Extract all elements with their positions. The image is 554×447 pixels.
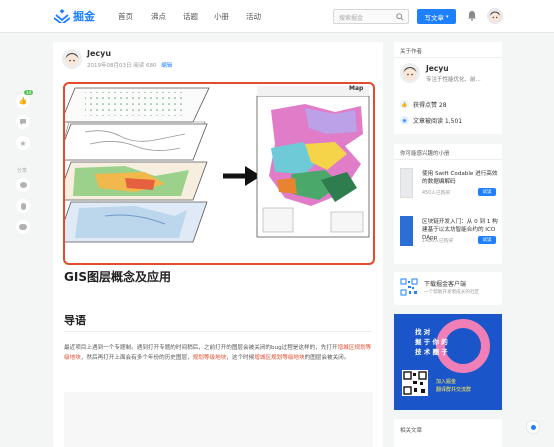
about-author-title: 关于作者 xyxy=(400,49,423,55)
book-cover xyxy=(400,168,413,198)
share-weibo-button[interactable] xyxy=(16,178,30,192)
book-cover xyxy=(400,216,413,246)
promo-banner[interactable]: 找 对 掘 于 你 的 技 术 圈 子 加入掘金 翻译群共交流群 xyxy=(394,314,502,410)
qq-icon xyxy=(20,202,26,210)
promo-join-line: 加入掘金 xyxy=(436,379,457,385)
promo-text: 找 对 掘 于 你 的 技 术 圈 子 xyxy=(415,327,448,357)
search-icon[interactable] xyxy=(396,13,404,21)
app-download-title: 下载掘金客户端 xyxy=(424,281,467,288)
nav-item-pins[interactable]: 沸点 xyxy=(151,11,166,22)
collect-button[interactable]: ★ xyxy=(16,136,30,150)
about-author-card: 关于作者 Jecyu 专注于性能优化、前... 👍 获得点赞 28 ◉ 文章被阅… xyxy=(394,42,502,134)
qr-code-icon xyxy=(400,278,418,296)
para-text-4: 的图层会被关闭。 xyxy=(304,355,350,361)
nav-item-events[interactable]: 活动 xyxy=(246,11,261,22)
avatar-face-icon xyxy=(490,11,500,22)
hero-image: Map xyxy=(63,82,375,265)
reads-stat: ◉ 文章被阅读 1,501 xyxy=(400,116,462,125)
promo-join-text: 加入掘金 翻译群共交流群 xyxy=(436,378,471,394)
like-count-badge: 14 xyxy=(24,90,34,95)
share-qq-button[interactable] xyxy=(16,199,30,213)
para-text-1: 最近项目上遇到一个专题制。遇到打开专题的时间稍后，之前打开的图层会被关闭的bug… xyxy=(64,345,338,351)
promo-line: 技 术 圈 子 xyxy=(415,348,448,356)
para-text-3: ，这个时候 xyxy=(226,355,255,361)
gis-layers-illustration xyxy=(65,86,370,243)
article-paragraph: 最近项目上遇到一个专题制。遇到打开专题的时间稍后，之前打开的图层会被关闭的bug… xyxy=(64,343,376,363)
about-author-desc: 专注于性能优化、前... xyxy=(426,77,481,83)
logo-mark-icon xyxy=(54,9,70,23)
search-input[interactable]: 搜索掘金 xyxy=(333,9,409,24)
para-text-2: ，然后再打开上面会有多个年份的历史图层， xyxy=(80,355,193,361)
write-article-button[interactable]: 写文章 ▾ xyxy=(417,9,456,24)
help-icon xyxy=(530,424,536,430)
about-author-name[interactable]: Jecyu xyxy=(426,64,449,73)
section-heading: 导语 xyxy=(64,314,86,327)
article-title: GIS图层概念及应用 xyxy=(64,270,171,284)
book-buyers: 450人已购买 xyxy=(422,191,451,196)
promo-line: 找 对 xyxy=(415,328,431,336)
app-download-subtitle: 一个帮助开发者成长的社区 xyxy=(424,290,480,295)
eye-icon: ◉ xyxy=(400,116,409,125)
promo-line: 掘 于 你 的 xyxy=(415,338,448,346)
write-article-label: 写文章 xyxy=(424,13,444,22)
try-read-button[interactable]: 试读 xyxy=(478,188,496,196)
layer-link-3[interactable]: 增城区规划等级地块 xyxy=(254,355,304,361)
logo-text: 掘金 xyxy=(73,10,95,23)
book-item[interactable]: 区块链开发入门：从 0 到 1 构建基于以太坊智能合约的 ICO DApp 14… xyxy=(400,216,498,254)
weibo-icon xyxy=(19,182,27,188)
top-navbar: 掘金 首页 沸点 话题 小册 活动 搜索掘金 写文章 ▾ xyxy=(0,0,554,33)
nav-item-home[interactable]: 首页 xyxy=(118,11,133,22)
related-articles-card: 相关文章 xyxy=(394,419,502,447)
about-face-icon xyxy=(403,67,417,80)
share-label: 分享 xyxy=(17,168,28,174)
related-articles-title: 相关文章 xyxy=(400,428,423,434)
book-buyers: 1486人已购买 xyxy=(422,239,454,244)
author-name[interactable]: Jecyu xyxy=(87,49,111,58)
user-avatar[interactable] xyxy=(487,8,503,24)
article-date-reads: 2019年08月03日 阅读 680 xyxy=(87,63,157,69)
thumbs-up-icon: 👍 xyxy=(18,97,28,105)
recommended-books-card: 你可能感兴趣的小册 使用 Swift Codable 进行高效的数据编解码 45… xyxy=(394,144,502,264)
code-block xyxy=(64,392,373,447)
heading-divider xyxy=(64,331,372,332)
layer-link-2[interactable]: 规划等级地块 xyxy=(193,355,227,361)
comment-icon xyxy=(20,119,26,125)
nav-item-books[interactable]: 小册 xyxy=(214,11,229,22)
star-icon: ★ xyxy=(19,138,27,148)
wechat-icon xyxy=(19,224,27,230)
article-card: Jecyu 2019年08月03日 阅读 680 编辑 Map GIS图层概念及… xyxy=(53,42,383,447)
bell-icon[interactable] xyxy=(467,10,477,21)
reads-text: 文章被阅读 1,501 xyxy=(413,118,463,125)
book-item[interactable]: 使用 Swift Codable 进行高效的数据编解码 450人已购买 试读 xyxy=(400,168,498,206)
hero-map-label: Map xyxy=(349,85,364,92)
promo-join-line: 翻译群共交流群 xyxy=(436,387,472,393)
author-face-icon xyxy=(65,53,79,66)
share-wechat-button[interactable] xyxy=(16,220,30,234)
books-title: 你可能感兴趣的小册 xyxy=(400,151,450,157)
book-title[interactable]: 使用 Swift Codable 进行高效的数据编解码 xyxy=(422,170,498,186)
help-button[interactable] xyxy=(526,420,540,434)
edit-link[interactable]: 编辑 xyxy=(161,63,172,69)
search-placeholder: 搜索掘金 xyxy=(339,15,364,22)
nav-item-topics[interactable]: 话题 xyxy=(183,11,198,22)
like-button[interactable]: 👍 xyxy=(16,94,30,108)
article-meta: 2019年08月03日 阅读 680 编辑 xyxy=(87,61,172,69)
try-read-button[interactable]: 试读 xyxy=(478,236,496,244)
thumbs-up-icon: 👍 xyxy=(400,100,409,109)
app-download-card[interactable]: 下载掘金客户端 一个帮助开发者成长的社区 xyxy=(394,272,502,305)
comment-button[interactable] xyxy=(16,115,30,129)
qr-code-icon xyxy=(402,370,428,396)
juejin-logo[interactable]: 掘金 xyxy=(54,8,95,24)
about-author-avatar[interactable] xyxy=(400,63,420,83)
likes-stat: 👍 获得点赞 28 xyxy=(400,100,447,109)
divider xyxy=(394,159,502,160)
likes-text: 获得点赞 28 xyxy=(413,102,447,109)
divider xyxy=(394,57,502,58)
author-avatar[interactable] xyxy=(62,49,82,69)
chevron-down-icon: ▾ xyxy=(445,13,449,20)
